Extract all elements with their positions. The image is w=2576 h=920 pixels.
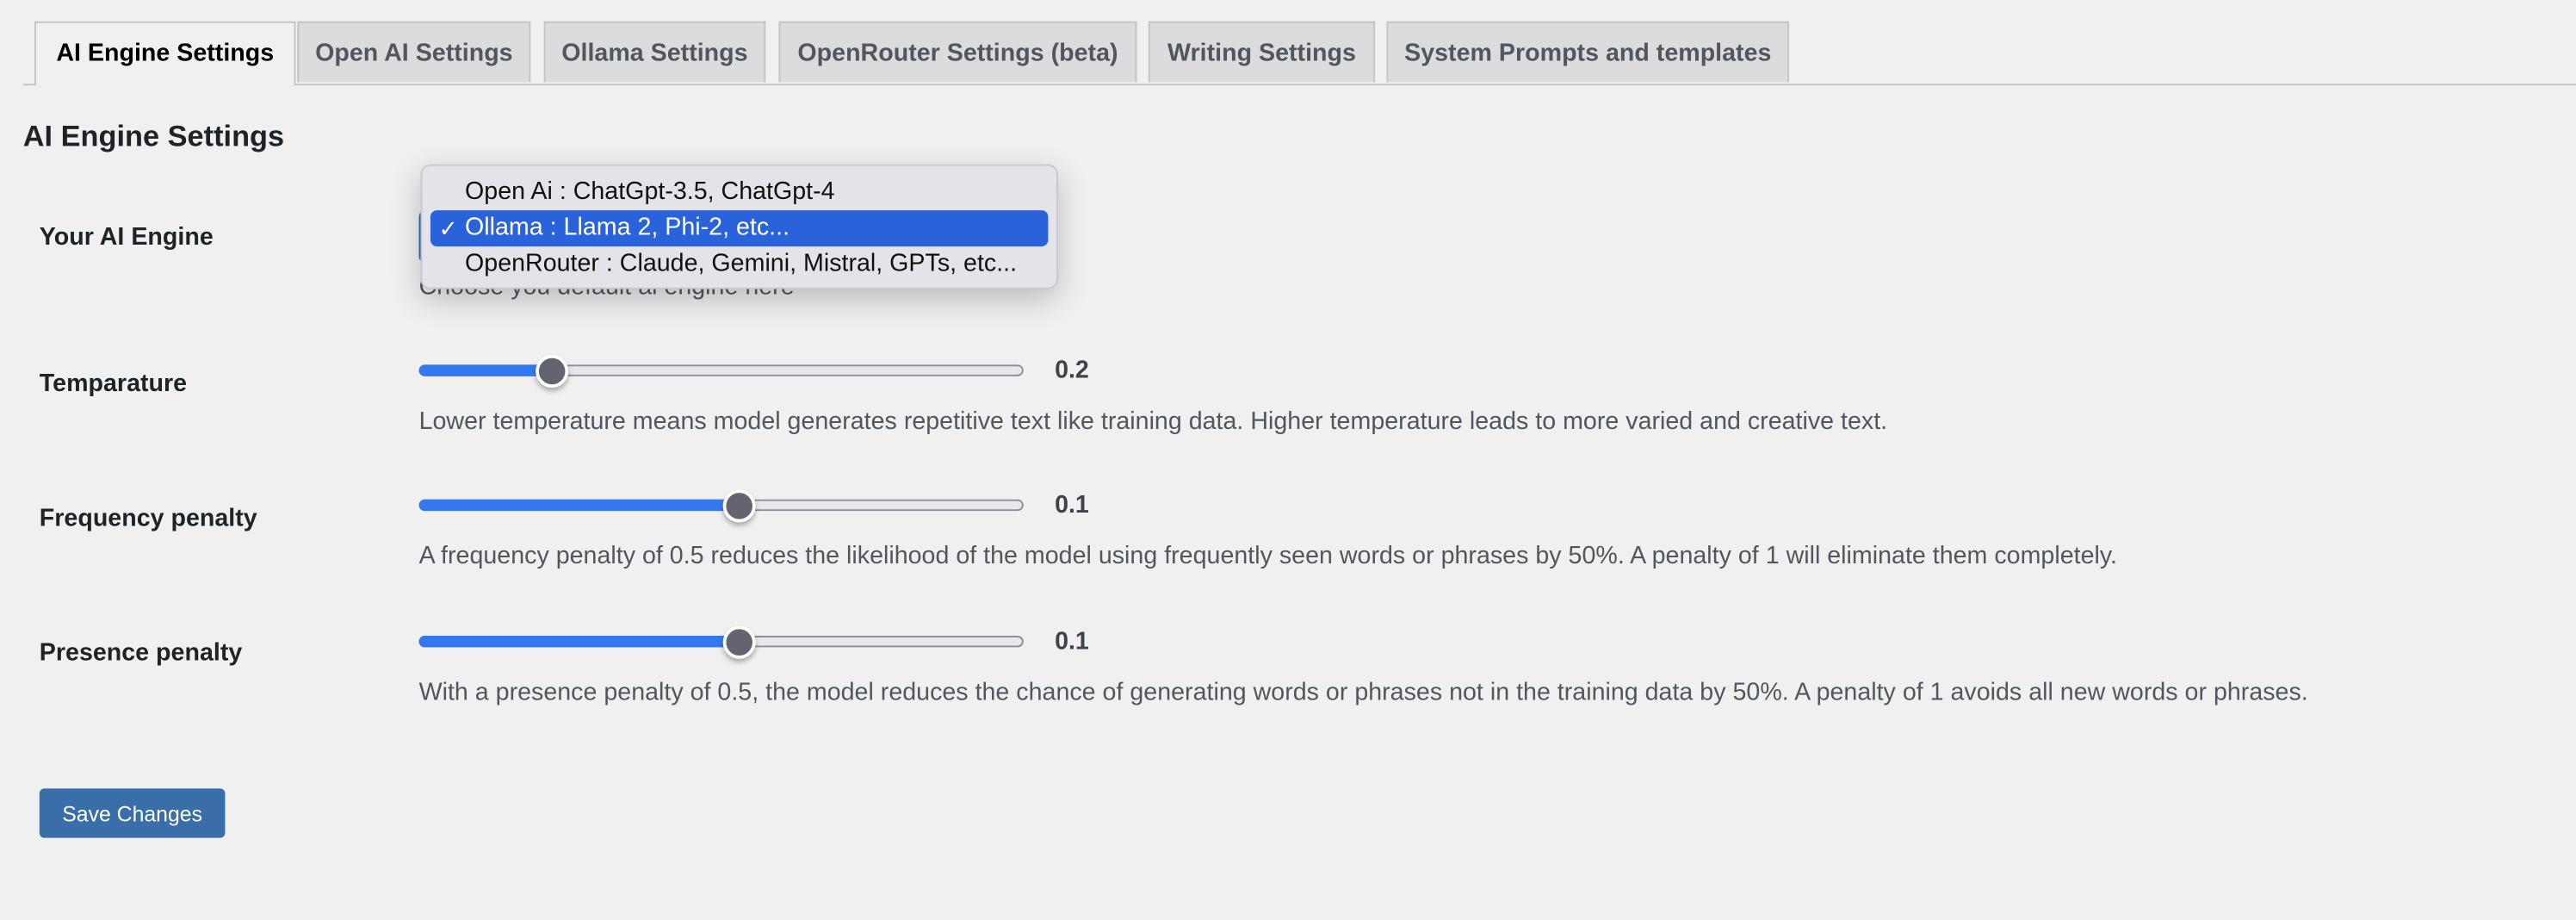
settings-page: AI Engine Settings Open AI Settings Olla… <box>0 0 2576 920</box>
tab-openrouter-settings[interactable]: OpenRouter Settings (beta) <box>778 21 1137 83</box>
presence-penalty-description: With a presence penalty of 0.5, the mode… <box>418 678 2308 707</box>
presence-penalty-slider[interactable] <box>418 625 1024 659</box>
frequency-penalty-label: Frequency penalty <box>39 504 257 532</box>
save-changes-button[interactable]: Save Changes <box>39 788 226 838</box>
engine-option-openai[interactable]: Open Ai : ChatGpt-3.5, ChatGpt-4 <box>430 174 1048 210</box>
tab-ollama-settings[interactable]: Ollama Settings <box>543 21 766 83</box>
check-icon: ✓ <box>438 214 458 242</box>
tab-writing-settings[interactable]: Writing Settings <box>1148 21 1376 83</box>
slider-fill <box>418 364 553 376</box>
slider-thumb[interactable] <box>535 354 569 389</box>
option-label: Open Ai : ChatGpt-3.5, ChatGpt-4 <box>465 177 835 206</box>
engine-label: Your AI Engine <box>39 223 214 252</box>
temperature-description: Lower temperature means model generates … <box>418 407 1888 436</box>
slider-thumb[interactable] <box>722 625 756 659</box>
tab-open-ai-settings[interactable]: Open AI Settings <box>297 21 531 83</box>
frequency-penalty-value: 0.1 <box>1055 491 1089 519</box>
frequency-penalty-slider[interactable] <box>418 489 1024 523</box>
temperature-slider[interactable] <box>418 354 1024 389</box>
slider-fill <box>418 499 740 512</box>
tab-system-prompts[interactable]: System Prompts and templates <box>1386 21 1790 83</box>
temperature-label: Temparature <box>39 370 188 398</box>
page-title: AI Engine Settings <box>22 120 285 153</box>
frequency-penalty-description: A frequency penalty of 0.5 reduces the l… <box>418 542 2118 570</box>
engine-option-ollama[interactable]: ✓ Ollama : Llama 2, Phi-2, etc... <box>430 210 1049 247</box>
tab-bar: AI Engine Settings Open AI Settings Olla… <box>22 21 2576 86</box>
slider-fill <box>418 636 740 648</box>
engine-dropdown-menu: Open Ai : ChatGpt-3.5, ChatGpt-4 ✓ Ollam… <box>420 164 1058 289</box>
presence-penalty-label: Presence penalty <box>39 638 243 668</box>
engine-option-openrouter[interactable]: OpenRouter : Claude, Gemini, Mistral, GP… <box>430 246 1048 283</box>
temperature-value: 0.2 <box>1055 356 1089 385</box>
option-label: Ollama : Llama 2, Phi-2, etc... <box>465 213 790 242</box>
option-label: OpenRouter : Claude, Gemini, Mistral, GP… <box>465 249 1018 278</box>
slider-thumb[interactable] <box>722 489 756 523</box>
tab-ai-engine-settings[interactable]: AI Engine Settings <box>34 21 296 86</box>
presence-penalty-value: 0.1 <box>1055 627 1089 656</box>
